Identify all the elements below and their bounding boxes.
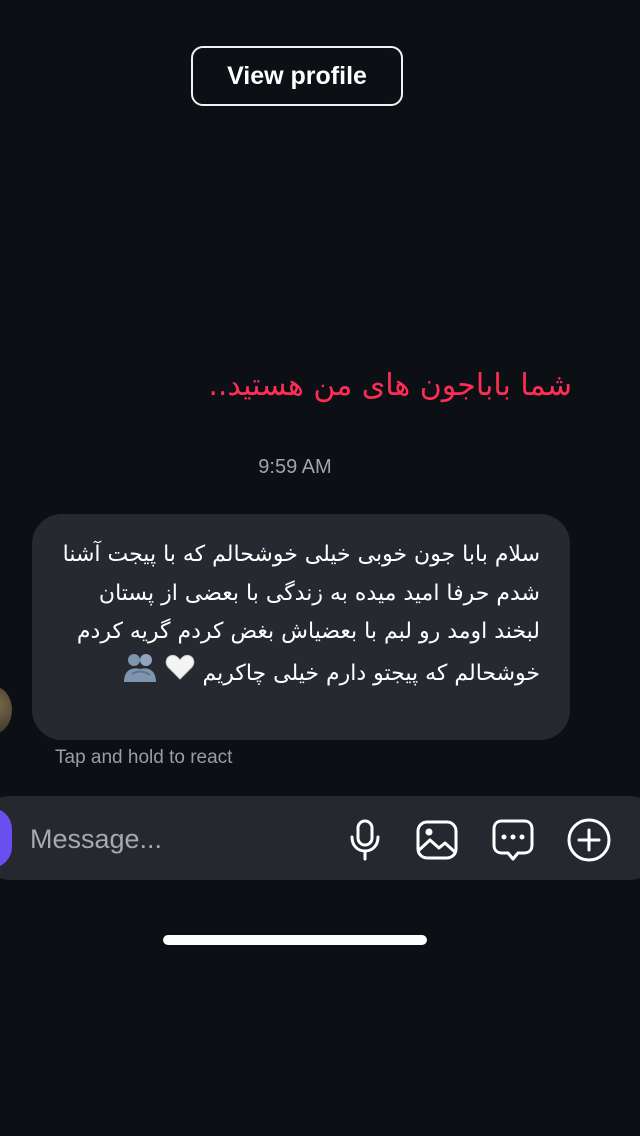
- incoming-message-bubble[interactable]: سلام بابا جون خوبی خیلی خوشحالم که با پی…: [32, 514, 570, 740]
- people-hugging-icon: [122, 652, 158, 696]
- microphone-icon[interactable]: [342, 817, 388, 863]
- add-icon[interactable]: [566, 817, 612, 863]
- react-hint: Tap and hold to react: [55, 747, 233, 768]
- home-indicator[interactable]: [163, 935, 427, 945]
- white-heart-icon: [165, 653, 195, 695]
- message-timestamp: 9:59 AM: [258, 456, 332, 478]
- image-icon[interactable]: [414, 817, 460, 863]
- outgoing-message[interactable]: شما باباجون های من هستید..: [52, 364, 572, 408]
- sticker-chat-icon[interactable]: [490, 817, 536, 863]
- sender-avatar[interactable]: [0, 686, 12, 734]
- view-profile-button[interactable]: View profile: [191, 46, 403, 106]
- message-input[interactable]: [30, 814, 330, 864]
